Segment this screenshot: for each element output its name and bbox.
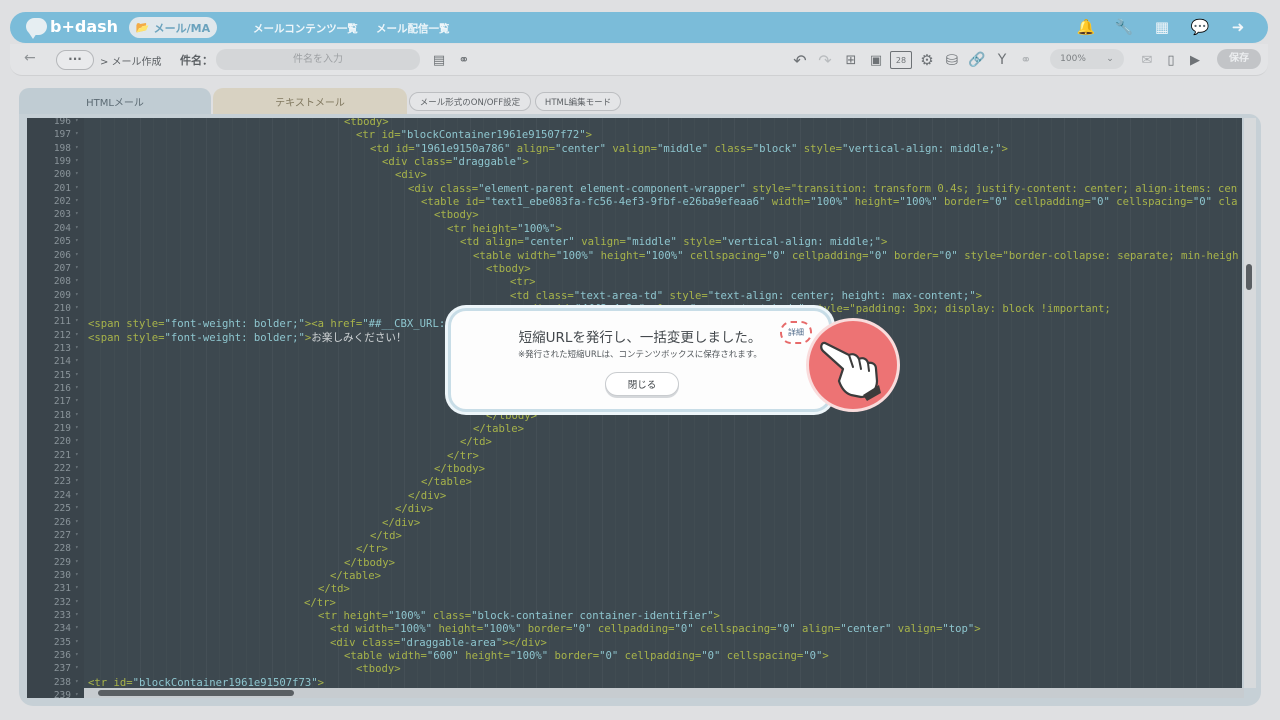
dialog-title: 短縮URLを発行し、一括変更しました。 <box>518 330 762 346</box>
shorten-url-dialog: 短縮URLを発行し、一括変更しました。 ※発行された短縮URLは、コンテンツボッ… <box>448 308 832 412</box>
dialog-note: ※発行された短縮URLは、コンテンツボックスに保存されます。 <box>518 350 762 360</box>
pointing-hand-icon <box>806 318 900 412</box>
detail-button[interactable]: 詳細 <box>780 321 812 344</box>
close-button[interactable]: 閉じる <box>605 372 679 396</box>
